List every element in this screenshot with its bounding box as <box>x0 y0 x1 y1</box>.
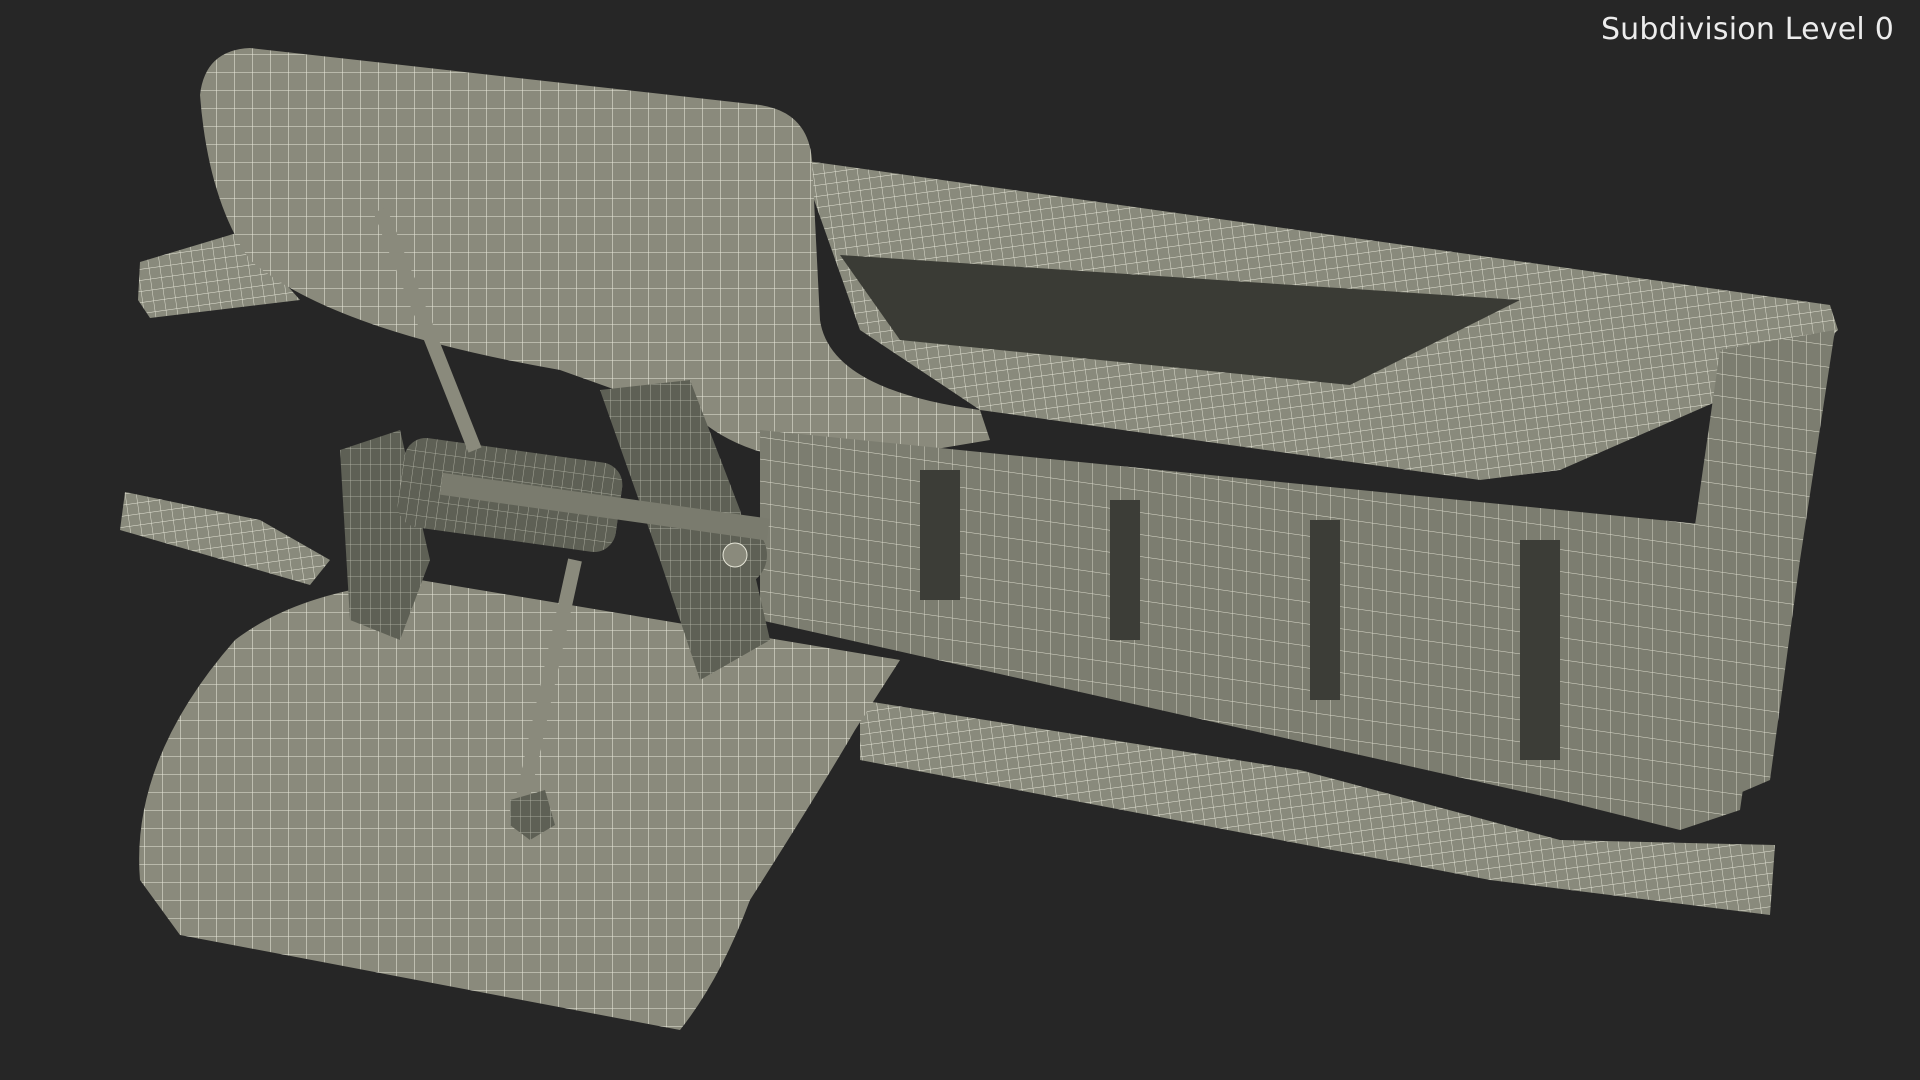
render-viewport: Subdivision Level 0 <box>0 0 1920 1080</box>
subdivision-level-label: Subdivision Level 0 <box>1600 12 1894 47</box>
left-arm <box>120 492 330 585</box>
wireframe-model <box>120 48 1838 1030</box>
